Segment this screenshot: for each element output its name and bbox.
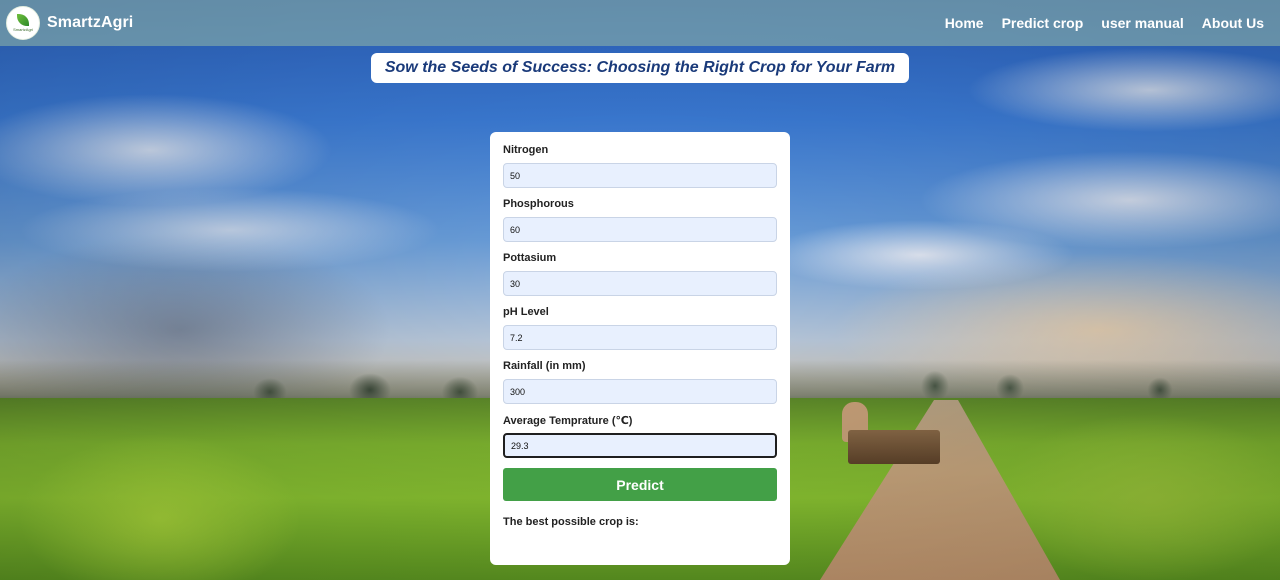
temperature-input[interactable] [503, 433, 777, 458]
top-navbar: SmartzAgri SmartzAgri Home Predict crop … [0, 0, 1280, 46]
crop-prediction-form: Nitrogen Phosphorous Pottasium pH Level … [490, 132, 790, 565]
rainfall-group: Rainfall (in mm) [503, 360, 777, 404]
headline-banner: Sow the Seeds of Success: Choosing the R… [371, 53, 909, 83]
nav-link-user-manual[interactable]: user manual [1101, 15, 1183, 31]
leaf-icon [17, 14, 29, 26]
nav-links: Home Predict crop user manual About Us [945, 15, 1264, 31]
temperature-group: Average Temprature (℃) [503, 414, 777, 458]
nav-link-predict-crop[interactable]: Predict crop [1002, 15, 1084, 31]
nitrogen-group: Nitrogen [503, 144, 777, 188]
brand-logo-icon: SmartzAgri [6, 6, 40, 40]
logo-text: SmartzAgri [13, 27, 33, 32]
nav-link-home[interactable]: Home [945, 15, 984, 31]
rainfall-input[interactable] [503, 379, 777, 404]
phosphorous-input[interactable] [503, 217, 777, 242]
rainfall-label: Rainfall (in mm) [503, 360, 586, 372]
potassium-input[interactable] [503, 271, 777, 296]
nitrogen-label: Nitrogen [503, 144, 549, 156]
brand-name: SmartzAgri [47, 14, 134, 31]
nav-link-about-us[interactable]: About Us [1202, 15, 1264, 31]
brand[interactable]: SmartzAgri SmartzAgri [6, 6, 133, 40]
temperature-label: Average Temprature (℃) [503, 415, 633, 427]
ph-level-group: pH Level [503, 306, 777, 350]
nitrogen-input[interactable] [503, 163, 777, 188]
potassium-label: Pottasium [503, 252, 557, 264]
phosphorous-label: Phosphorous [503, 198, 574, 210]
predict-button[interactable]: Predict [503, 468, 777, 501]
phosphorous-group: Phosphorous [503, 198, 777, 242]
ph-level-input[interactable] [503, 325, 777, 350]
ph-level-label: pH Level [503, 306, 549, 318]
potassium-group: Pottasium [503, 252, 777, 296]
prediction-result: The best possible crop is: [503, 516, 639, 528]
